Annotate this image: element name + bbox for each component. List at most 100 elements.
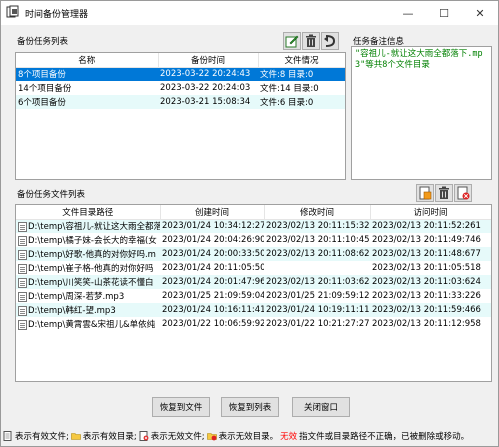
- task-status: 文件:8 目录:0: [258, 67, 345, 81]
- file-icon: [18, 235, 27, 246]
- app-icon: [6, 5, 19, 18]
- edit-task-button[interactable]: [283, 32, 301, 50]
- created-time: 2023/01/24 20:01:47:966: [160, 275, 264, 289]
- modified-time: 2023/02/13 20:11:10:450: [266, 235, 370, 245]
- task-status: 文件:14 目录:0: [260, 84, 319, 94]
- created-time: 2023/01/24 10:34:12:276: [160, 219, 264, 233]
- cleanup-icon: [324, 35, 336, 47]
- column-header[interactable]: 创建时间: [160, 205, 265, 220]
- modified-time: 2023/02/13 20:11:15:321: [264, 219, 370, 233]
- valid-folder-icon: [71, 433, 81, 440]
- accessed-time: 2023/02/13 20:11:59:466: [370, 303, 491, 317]
- file-path-cell: D:\temp\容祖儿-就让这大雨全都落下: [16, 219, 160, 233]
- close-window-button[interactable]: 关闭窗口: [292, 397, 350, 417]
- file-icon: [18, 263, 27, 274]
- table-row[interactable]: D:\temp\周深-若梦.mp3 2023/01/25 21:09:59:04…: [16, 289, 491, 303]
- table-row[interactable]: 6个项目备份 2023-03-21 15:08:34 文件:6 目录:0: [16, 95, 345, 109]
- column-header[interactable]: 备份时间: [158, 53, 259, 68]
- task-name: 6个项目备份: [16, 95, 158, 109]
- accessed-time: 2023/02/13 20:11:49:746: [372, 235, 481, 245]
- legend-valid-file: 表示有效文件;: [15, 432, 69, 442]
- table-row[interactable]: D:\temp\容祖儿-就让这大雨全都落下 2023/01/24 10:34:1…: [16, 219, 491, 233]
- legend-invalid-word: 无效: [280, 432, 298, 442]
- files-table: 文件目录路径 创建时间 修改时间 访问时间 D:\temp\容祖儿-就让这大雨全…: [16, 205, 491, 331]
- tasks-table-header: 名称 备份时间 文件情况: [16, 53, 345, 68]
- table-row[interactable]: D:\temp\川笑笑-山茶花读不懂白 2023/01/24 20:01:47:…: [16, 275, 491, 289]
- created-time: 2023/01/24 20:00:33:507: [160, 247, 264, 261]
- note-text: "容祖儿-就让这大雨全都落下.mp3"等共8个文件目录: [355, 49, 483, 70]
- file-icon: [18, 319, 27, 330]
- file-open-icon: [419, 186, 432, 200]
- modified-time: 2023/01/24 10:19:11:116: [264, 303, 370, 317]
- window-title: 时间备份管理器: [25, 10, 89, 20]
- table-row[interactable]: 14个项目备份 2023-03-22 20:24:03 文件:14 目录:0: [16, 81, 345, 95]
- restore-to-file-button[interactable]: 恢复到文件: [152, 397, 210, 417]
- table-row[interactable]: D:\temp\橘子妹-会长大的幸福(女 2023/01/24 20:04:26…: [16, 233, 491, 247]
- file-path-cell: D:\temp\周深-若梦.mp3: [16, 289, 160, 303]
- created-time: 2023/01/24 20:04:26:909: [162, 235, 264, 245]
- accessed-time: 2023/02/13 20:11:03:624: [370, 275, 491, 289]
- table-row[interactable]: D:\temp\黄霄雲&宋祖儿&单依纯 2023/01/22 10:06:59:…: [16, 317, 491, 331]
- file-path: D:\temp\容祖儿-就让这大雨全都落下: [28, 222, 160, 233]
- file-path: D:\temp\韩红-望.mp3: [28, 306, 116, 316]
- file-path-cell: D:\temp\橘子妹-会长大的幸福(女: [16, 233, 160, 247]
- open-file-button[interactable]: [416, 184, 434, 202]
- legend-explanation: 指文件或目录路径不正确，已被删除或移动。: [299, 432, 470, 442]
- tasks-table-panel: 名称 备份时间 文件情况 8个项目备份 2023-03-22 20:24:43 …: [15, 52, 346, 180]
- file-path-cell: D:\temp\韩红-望.mp3: [16, 303, 160, 317]
- minimize-button[interactable]: —: [390, 1, 426, 25]
- invalid-file-icon: [139, 431, 149, 441]
- files-table-header: 文件目录路径 创建时间 修改时间 访问时间: [16, 205, 491, 220]
- table-row[interactable]: D:\temp\崔子格-他真的对你好吗 2023/01/24 20:11:05:…: [16, 261, 491, 275]
- legend-invalid-file: 表示无效文件;: [150, 432, 205, 442]
- file-path: D:\temp\崔子格-他真的对你好吗: [28, 264, 154, 274]
- restore-to-list-button[interactable]: 恢复到列表: [221, 397, 279, 417]
- main-window: 时间备份管理器 — ☐ ✕ 备份任务列表 任务备注信息 名称 备份时间 文件情况…: [0, 0, 499, 447]
- column-header[interactable]: 名称: [16, 53, 159, 68]
- created-time: 2023/01/24 20:11:05:506: [162, 263, 264, 273]
- file-path: D:\temp\黄霄雲&宋祖儿&单依纯: [28, 320, 156, 330]
- file-icon: [18, 277, 27, 288]
- tasks-section-label: 备份任务列表: [17, 37, 69, 47]
- maximize-button[interactable]: ☐: [426, 1, 462, 25]
- modified-time: 2023/01/25 21:09:59:128: [266, 291, 370, 301]
- task-time: 2023-03-22 20:24:03: [160, 83, 251, 93]
- table-row[interactable]: D:\temp\好歌-他真的对你好吗.m 2023/01/24 20:00:33…: [16, 247, 491, 261]
- file-path-cell: D:\temp\黄霄雲&宋祖儿&单依纯: [16, 317, 160, 331]
- table-row[interactable]: 8个项目备份 2023-03-22 20:24:43 文件:8 目录:0: [16, 67, 345, 81]
- file-icon: [18, 221, 27, 232]
- modified-time: 2023/02/13 20:11:08:627: [264, 247, 370, 261]
- clear-tasks-button[interactable]: [321, 32, 339, 50]
- files-table-panel: 文件目录路径 创建时间 修改时间 访问时间 D:\temp\容祖儿-就让这大雨全…: [15, 204, 492, 382]
- file-icon: [18, 305, 27, 316]
- file-path: D:\temp\橘子妹-会长大的幸福(女: [28, 236, 157, 246]
- legend-bar: 表示有效文件; 表示有效目录; 表示无效文件; 表示无效目录。 无效 指文件或目录…: [3, 427, 498, 445]
- column-header[interactable]: 文件情况: [258, 53, 345, 68]
- trash-icon: [306, 34, 316, 47]
- task-time: 2023-03-21 15:08:34: [158, 95, 258, 109]
- modified-time: [264, 261, 370, 275]
- file-path-cell: D:\temp\好歌-他真的对你好吗.m: [16, 247, 160, 261]
- delete-file-button[interactable]: [435, 184, 453, 202]
- column-header[interactable]: 修改时间: [264, 205, 371, 220]
- title-bar: 时间备份管理器 — ☐ ✕: [1, 1, 498, 25]
- created-time: 2023/01/22 10:06:59:929: [162, 319, 264, 329]
- table-row[interactable]: D:\temp\韩红-望.mp3 2023/01/24 10:16:11:411…: [16, 303, 491, 317]
- created-time: 2023/01/25 21:09:59:049: [162, 291, 264, 301]
- column-header[interactable]: 访问时间: [370, 205, 491, 220]
- tasks-table: 名称 备份时间 文件情况 8个项目备份 2023-03-22 20:24:43 …: [16, 53, 345, 109]
- close-button[interactable]: ✕: [462, 1, 498, 25]
- accessed-time: 2023/02/13 20:11:05:518: [372, 263, 481, 273]
- edit-icon: [285, 35, 299, 48]
- column-header[interactable]: 文件目录路径: [16, 205, 161, 220]
- accessed-time: 2023/02/13 20:11:48:677: [370, 247, 491, 261]
- task-status: 文件:6 目录:0: [258, 95, 345, 109]
- delete-task-button[interactable]: [302, 32, 320, 50]
- clear-files-button[interactable]: [454, 184, 472, 202]
- file-path-cell: D:\temp\川笑笑-山茶花读不懂白: [16, 275, 160, 289]
- file-path-cell: D:\temp\崔子格-他真的对你好吗: [16, 261, 160, 275]
- task-name: 8个项目备份: [16, 67, 158, 81]
- file-icon: [18, 291, 27, 302]
- legend-invalid-dir: 表示无效目录。: [218, 432, 279, 442]
- task-name: 14个项目备份: [18, 84, 72, 94]
